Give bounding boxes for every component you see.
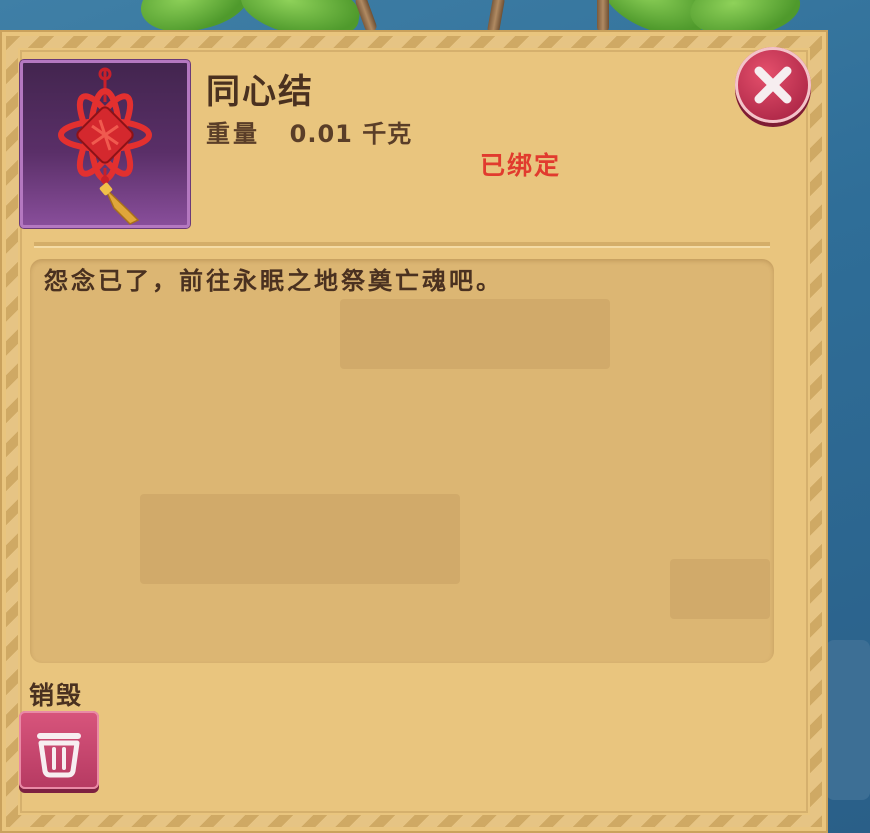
- bound-status: 已绑定: [480, 151, 562, 180]
- destroy-button[interactable]: [19, 711, 99, 789]
- item-description: 怨念已了，前往永眠之地祭奠亡魂吧。: [44, 267, 503, 295]
- divider: [34, 242, 770, 246]
- description-texture: [670, 559, 770, 619]
- background-branch: [597, 0, 609, 33]
- description-box: 怨念已了，前往永眠之地祭奠亡魂吧。: [30, 259, 774, 663]
- weight-value: 0.01 千克: [289, 120, 413, 148]
- description-texture: [140, 494, 460, 584]
- close-icon: [754, 66, 792, 104]
- game-screen: 同心结 重量 0.01 千克 已绑定 怨念已了，前往永眠之地祭奠亡魂吧。 销毁: [0, 0, 870, 833]
- item-icon-frame: [20, 60, 190, 228]
- weight-row: 重量 0.01 千克: [206, 114, 412, 149]
- chinese-knot-icon: [58, 67, 152, 225]
- background-rock: [826, 640, 870, 800]
- item-detail-panel: 同心结 重量 0.01 千克 已绑定 怨念已了，前往永眠之地祭奠亡魂吧。 销毁: [0, 30, 828, 833]
- weight-label: 重量: [206, 120, 260, 148]
- item-name: 同心结: [206, 72, 314, 112]
- description-texture: [340, 299, 610, 369]
- destroy-label: 销毁: [29, 681, 84, 710]
- close-button[interactable]: [735, 47, 811, 123]
- trash-can-icon: [37, 733, 81, 778]
